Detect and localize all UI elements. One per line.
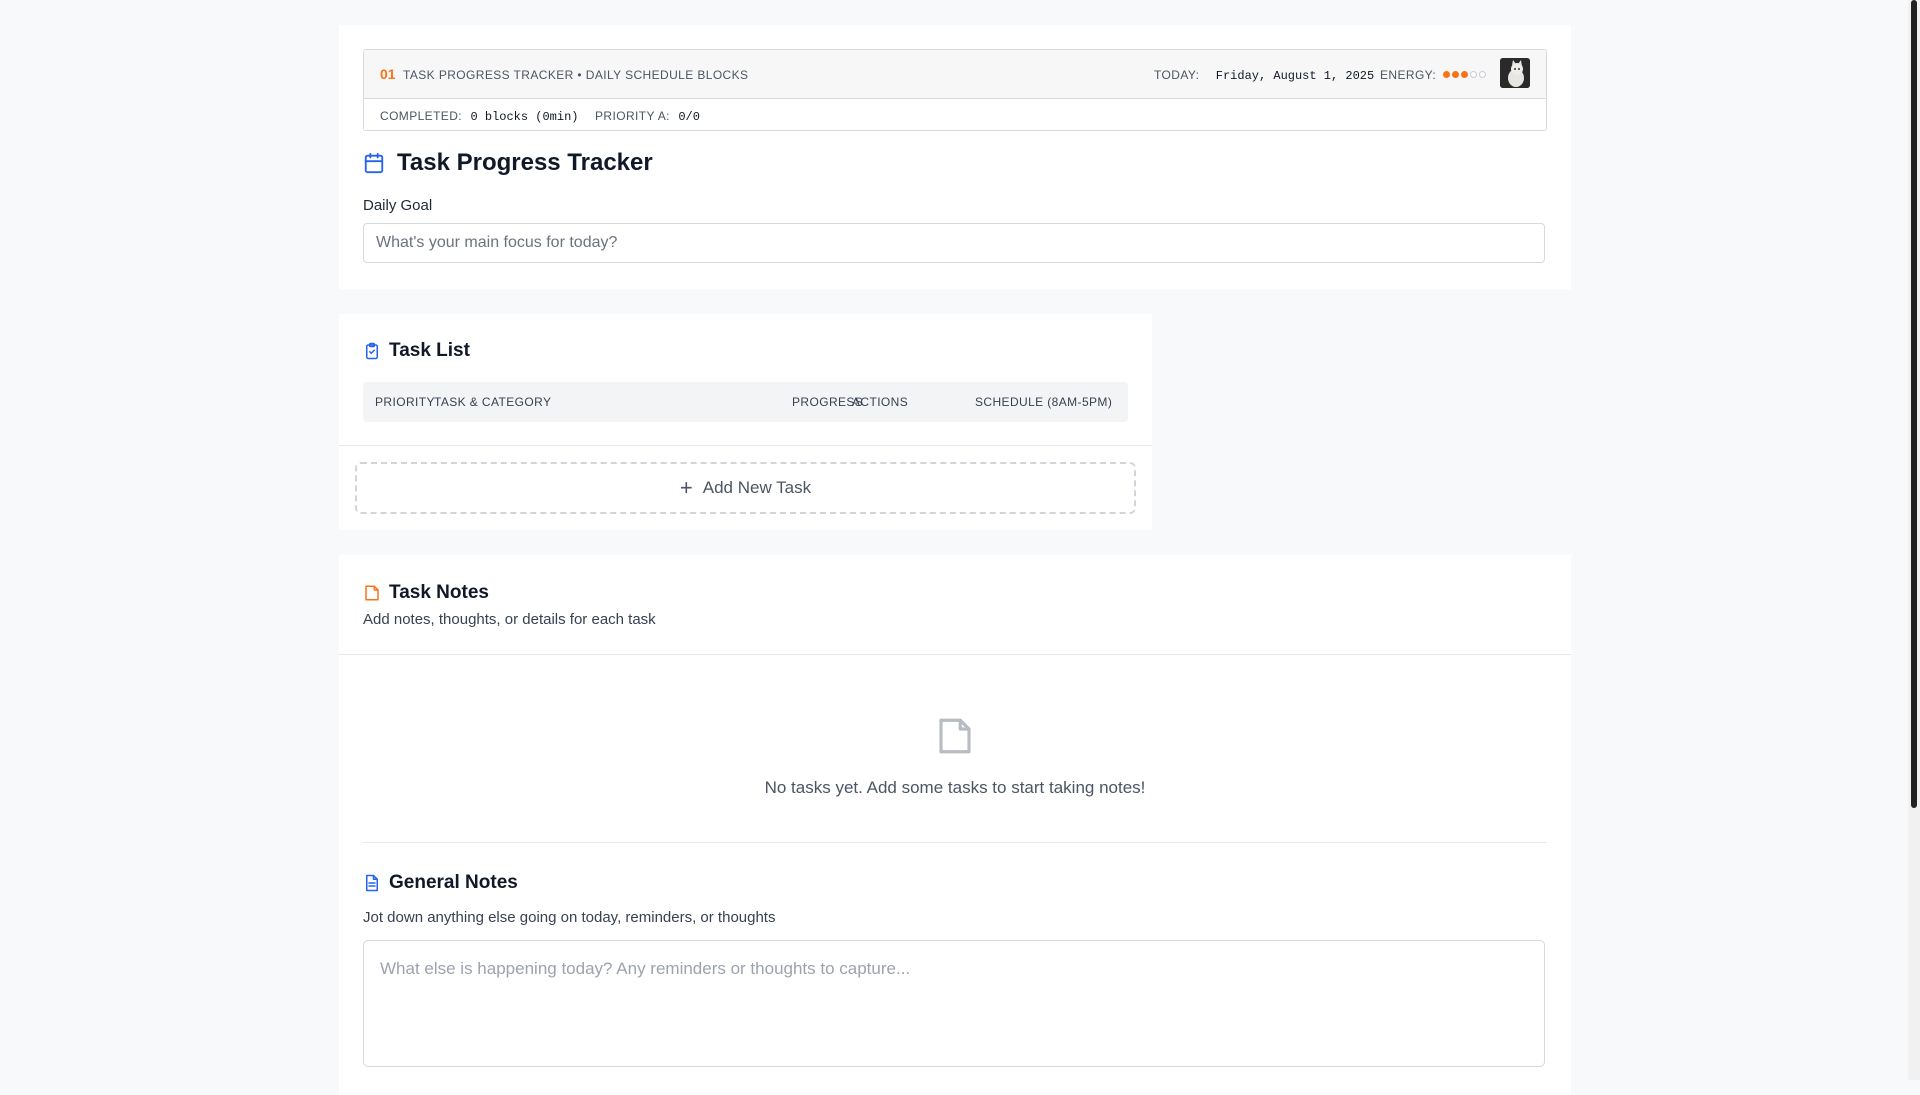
general-notes-header: General Notes — [363, 872, 518, 894]
task-list-header: Task List — [363, 340, 470, 362]
scrollbar-thumb[interactable] — [1911, 0, 1917, 808]
energy-meter[interactable] — [1442, 66, 1488, 83]
task-list-card: Task List PRIORITY TASK & CATEGORY PROGR… — [339, 314, 1152, 530]
task-table-header: PRIORITY TASK & CATEGORY PROGRESS ACTION… — [363, 382, 1128, 422]
completed-group: COMPLETED: 0 blocks (0min) — [380, 107, 579, 125]
clipboard-check-icon — [366, 342, 378, 360]
column-priority[interactable]: PRIORITY — [375, 395, 435, 409]
daily-goal-input[interactable] — [363, 223, 1545, 263]
energy-dot[interactable] — [1469, 71, 1477, 79]
completed-label: COMPLETED: — [380, 109, 463, 123]
column-task-category[interactable]: TASK & CATEGORY — [434, 395, 551, 409]
notes-card: Task Notes Add notes, thoughts, or detai… — [339, 555, 1571, 1095]
energy-dot[interactable] — [1460, 71, 1468, 79]
add-task-button[interactable]: + Add New Task — [355, 462, 1136, 514]
empty-state-text: No tasks yet. Add some tasks to start ta… — [764, 778, 1146, 797]
general-notes-subtitle: Jot down anything else going on today, r… — [363, 909, 776, 926]
sticky-note-icon — [365, 585, 379, 601]
today-label: TODAY: — [1154, 68, 1200, 82]
empty-note-icon — [939, 718, 971, 754]
task-notes-empty-state: No tasks yet. Add some tasks to start ta… — [339, 713, 1571, 798]
energy-label: ENERGY: — [1380, 68, 1437, 82]
task-notes-header: Task Notes — [363, 582, 489, 604]
energy-group[interactable]: ENERGY: — [1380, 66, 1488, 84]
task-list-title: Task List — [389, 340, 470, 361]
status-bar: 01 TASK PROGRESS TRACKER • DAILY SCHEDUL… — [363, 49, 1547, 131]
add-task-label: Add New Task — [702, 478, 812, 497]
today-group: TODAY: Friday, August 1, 2025 — [1154, 66, 1374, 84]
status-bar-top-row: 01 TASK PROGRESS TRACKER • DAILY SCHEDUL… — [364, 50, 1546, 99]
task-notes-title: Task Notes — [389, 582, 489, 603]
tracker-subtitle: TASK PROGRESS TRACKER • DAILY SCHEDULE B… — [403, 68, 749, 82]
general-notes-title: General Notes — [389, 872, 518, 893]
avatar[interactable] — [1500, 58, 1530, 88]
priority-label: PRIORITY A: — [595, 109, 670, 123]
daily-goal-label: Daily Goal — [363, 197, 433, 214]
divider — [363, 842, 1547, 843]
status-bar-bottom-row: COMPLETED: 0 blocks (0min) PRIORITY A: 0… — [364, 99, 1546, 130]
page-title-row: Task Progress Tracker — [363, 149, 653, 177]
completed-value: 0 blocks (0min) — [470, 110, 579, 124]
energy-dot[interactable] — [1478, 71, 1486, 79]
document-icon — [366, 874, 378, 892]
column-schedule[interactable]: SCHEDULE (8AM-5PM) — [975, 395, 1112, 409]
energy-dot[interactable] — [1451, 71, 1459, 79]
divider — [339, 445, 1152, 446]
calendar-icon — [364, 152, 384, 174]
general-notes-textarea[interactable] — [363, 940, 1545, 1067]
plus-icon: + — [679, 475, 693, 500]
priority-group: PRIORITY A: 0/0 — [595, 107, 700, 125]
divider — [339, 654, 1571, 655]
page-title: Task Progress Tracker — [397, 149, 653, 176]
today-value: Friday, August 1, 2025 — [1215, 69, 1375, 83]
cat-photo-icon — [1500, 58, 1530, 88]
tracker-header-card: 01 TASK PROGRESS TRACKER • DAILY SCHEDUL… — [339, 25, 1571, 289]
tracker-number: 01 — [380, 66, 396, 82]
page-scrollbar[interactable] — [1908, 0, 1920, 1080]
energy-dot[interactable] — [1442, 71, 1450, 79]
priority-value: 0/0 — [678, 110, 700, 124]
tracker-title-group: 01 TASK PROGRESS TRACKER • DAILY SCHEDUL… — [380, 66, 748, 84]
column-actions[interactable]: ACTIONS — [852, 395, 908, 409]
task-notes-subtitle: Add notes, thoughts, or details for each… — [363, 611, 656, 628]
